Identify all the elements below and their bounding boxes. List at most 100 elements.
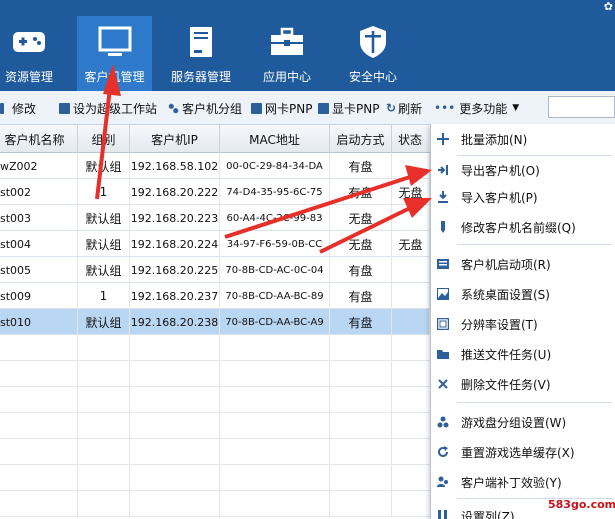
nav-app-center[interactable]: 应用中心 <box>257 16 317 91</box>
menu-item-edit-name-prefix[interactable]: 修改客户机名前缀(Q) <box>431 215 615 239</box>
toolbar-more-label: 更多功能 <box>459 101 508 116</box>
menu-item-label: 游戏盘分组设置(W) <box>461 415 567 430</box>
cell-ip: 192.168.20.224 <box>130 231 220 257</box>
menu-item-batch-add[interactable]: 批量添加(N) <box>431 127 615 151</box>
cell-group: 默认组 <box>78 309 130 335</box>
nav-client-management[interactable]: 客户机管理 <box>77 16 152 91</box>
search-input[interactable] <box>548 96 615 118</box>
table-row[interactable]: wZ002 默认组 192.168.58.102 00-0C-29-84-34-… <box>0 153 430 179</box>
columns-icon <box>437 510 449 519</box>
menu-item-label: 导出客户机(O) <box>461 163 540 178</box>
cell-ip: 192.168.20.223 <box>130 205 220 231</box>
cell-name: st010 <box>0 309 78 335</box>
menu-item-reset-game-cache[interactable]: 重置游戏选单缓存(X) <box>431 440 615 464</box>
edit-prefix-icon <box>437 221 449 233</box>
toolbar-set-super-button[interactable]: 设为超级工作站 <box>59 99 157 117</box>
table-row[interactable]: st009 1 192.168.20.237 70-8B-CD-AA-BC-89… <box>0 283 430 309</box>
toolbar-set-super-label: 设为超级工作站 <box>73 101 158 116</box>
menu-item-patch-verify[interactable]: 客户端补丁效验(Y) <box>431 470 615 494</box>
cell-status: 无盘 <box>392 179 430 205</box>
patch-icon <box>437 476 449 488</box>
toolbar-group-label: 客户机分组 <box>182 101 243 116</box>
cell-status <box>392 153 430 179</box>
toolbar-refresh-button[interactable]: ↻ 刷新 <box>386 99 422 117</box>
menu-item-export-clients[interactable]: 导出客户机(O) <box>431 158 615 182</box>
cell-status <box>392 257 430 283</box>
edit-icon <box>0 102 4 114</box>
server-icon <box>184 26 218 58</box>
cell-group: 1 <box>78 179 130 205</box>
desktop-image-icon <box>437 288 449 300</box>
cell-group: 默认组 <box>78 231 130 257</box>
group-dots-icon <box>168 102 179 114</box>
settings-gear-icon[interactable]: ✿ <box>604 0 613 13</box>
cell-name: st005 <box>0 257 78 283</box>
menu-item-client-startup[interactable]: 客户机启动项(R) <box>431 252 615 276</box>
menu-item-push-file-task[interactable]: 推送文件任务(U) <box>431 342 615 366</box>
table-row[interactable]: st002 1 192.168.20.222 74-D4-35-95-6C-75… <box>0 179 430 205</box>
menu-item-label: 导入客户机(P) <box>461 190 538 205</box>
empty-row <box>0 491 430 517</box>
toolbar-gpu-pnp-label: 显卡PNP <box>332 101 380 116</box>
cell-boot: 无盘 <box>330 231 392 257</box>
cell-status: 无盘 <box>392 231 430 257</box>
table-row[interactable]: st005 默认组 192.168.20.225 70-8B-CD-AC-0C-… <box>0 257 430 283</box>
empty-row <box>0 361 430 387</box>
cell-mac: 70-8B-CD-AA-BC-89 <box>220 283 330 309</box>
menu-item-import-clients[interactable]: 导入客户机(P) <box>431 185 615 209</box>
menu-item-delete-file-task[interactable]: 删除文件任务(V) <box>431 372 615 396</box>
more-functions-menu: 批量添加(N) 导出客户机(O) 导入客户机(P) 修改客户机名前缀(Q) 客户… <box>430 124 615 519</box>
cell-mac: 74-D4-35-95-6C-75 <box>220 179 330 205</box>
menu-item-game-disk-group[interactable]: 游戏盘分组设置(W) <box>431 410 615 434</box>
export-icon <box>437 164 449 176</box>
cell-mac: 00-0C-29-84-34-DA <box>220 153 330 179</box>
menu-item-label: 修改客户机名前缀(Q) <box>461 220 576 235</box>
menu-item-label: 推送文件任务(U) <box>461 347 552 362</box>
cell-mac: 70-8B-CD-AA-BC-A9 <box>220 309 330 335</box>
table-row[interactable]: st003 默认组 192.168.20.223 60-A4-4C-2C-99-… <box>0 205 430 231</box>
watermark: 583go.com <box>548 498 615 511</box>
menu-item-label: 重置游戏选单缓存(X) <box>461 445 575 460</box>
menu-item-label: 客户端补丁效验(Y) <box>461 475 562 490</box>
header-group[interactable]: 组别 <box>78 125 130 153</box>
nav-resource-management[interactable]: 资源管理 <box>0 16 58 91</box>
empty-row <box>0 387 430 413</box>
cell-status <box>392 309 430 335</box>
startup-list-icon <box>437 258 449 270</box>
chevron-down-icon: ▼ <box>512 103 520 113</box>
menu-item-resolution-settings[interactable]: 分辨率设置(T) <box>431 312 615 336</box>
network-card-icon <box>251 102 262 114</box>
table-row[interactable]: st004 默认组 192.168.20.224 34-97-F6-59-0B-… <box>0 231 430 257</box>
resolution-icon <box>437 318 449 330</box>
cell-group: 默认组 <box>78 205 130 231</box>
menu-item-label: 分辨率设置(T) <box>461 317 538 332</box>
reset-icon <box>437 446 449 458</box>
toolbar-more-button[interactable]: ••• 更多功能 ▼ <box>434 99 519 117</box>
cell-ip: 192.168.20.222 <box>130 179 220 205</box>
toolbar-gpu-pnp-button[interactable]: 显卡PNP <box>318 99 379 117</box>
toolbar-edit-button[interactable]: 修改 <box>0 99 36 117</box>
header-client-ip[interactable]: 客户机IP <box>130 125 220 153</box>
menu-item-label: 批量添加(N) <box>461 132 528 147</box>
delete-icon <box>437 378 449 390</box>
toolbar-nic-pnp-button[interactable]: 网卡PNP <box>251 99 312 117</box>
menu-item-desktop-settings[interactable]: 系统桌面设置(S) <box>431 282 615 306</box>
header-client-name[interactable]: 客户机名称 <box>0 125 78 153</box>
monitor-icon <box>98 26 132 58</box>
cell-ip: 192.168.20.237 <box>130 283 220 309</box>
table-row-selected[interactable]: st010 默认组 192.168.20.238 70-8B-CD-AA-BC-… <box>0 309 430 335</box>
toolbox-icon <box>270 26 304 58</box>
nav-security-center[interactable]: 安全中心 <box>342 16 404 91</box>
toolbar-group-button[interactable]: 客户机分组 <box>168 99 242 117</box>
toolbar-refresh-label: 刷新 <box>398 101 423 116</box>
menu-item-label: 设置列(Z) <box>461 509 515 519</box>
header-mac[interactable]: MAC地址 <box>220 125 330 153</box>
cell-mac: 60-A4-4C-2C-99-83 <box>220 205 330 231</box>
nav-server-management[interactable]: 服务器管理 <box>166 16 236 91</box>
empty-row <box>0 439 430 465</box>
cell-boot: 有盘 <box>330 257 392 283</box>
refresh-icon: ↻ <box>386 101 397 115</box>
nav-label: 资源管理 <box>4 70 53 84</box>
header-boot-mode[interactable]: 启动方式 <box>330 125 392 153</box>
cell-name: st002 <box>0 179 78 205</box>
